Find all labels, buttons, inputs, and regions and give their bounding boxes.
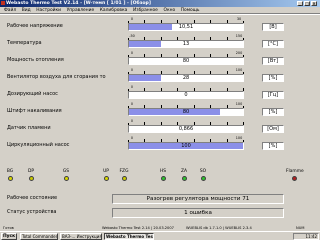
meter-label: Циркуляционный насос — [7, 142, 70, 148]
indicator-name: DP — [27, 169, 35, 174]
scale-tick-label: 0 — [130, 51, 134, 55]
indicator-fzg: FZG — [116, 169, 132, 181]
meter-row: Вентилятор воздуха для сгорания то 0 100 28… — [0, 68, 320, 82]
meter-bar: 28 — [128, 74, 244, 82]
indicator-name: ZA — [180, 169, 187, 174]
taskbar: Пуск Total Commander ВАЗ-... Инструкция … — [0, 231, 320, 240]
meter-unit: [%] — [262, 108, 284, 116]
scale-tick-label: 0 — [130, 102, 134, 106]
meter-row: Рабочее напряжение 0 30 10,51 [В] — [0, 17, 320, 31]
tray-clock: 11:42 — [293, 233, 319, 240]
taskbar-button-webasto[interactable]: Webasto Thermo Test... — [104, 233, 154, 240]
minimize-button[interactable]: _ — [297, 1, 303, 6]
indicator-name: SO — [199, 169, 207, 174]
scale-tick-label: 30 — [236, 17, 242, 21]
meter-unit: [%] — [262, 142, 284, 150]
app-icon — [1, 1, 5, 5]
meter-unit: [°C] — [262, 40, 284, 48]
start-button[interactable]: Пуск — [1, 233, 17, 240]
indicator-led — [160, 176, 166, 181]
indicator-so: SO — [195, 169, 211, 181]
close-button[interactable]: × — [311, 1, 317, 6]
indicator-led — [28, 176, 34, 181]
meter-row: Температура -50 150 13 [°C] — [0, 34, 320, 48]
menu-separator — [0, 13, 320, 15]
meter-value: 0,866 — [178, 126, 194, 132]
indicator-za: ZA — [176, 169, 192, 181]
indicator-up: UP — [98, 169, 114, 181]
meter-label: Дозирующий насос — [7, 91, 58, 97]
state-label: Рабочее состояние — [7, 195, 58, 201]
meter-label: Рабочее напряжение — [7, 23, 63, 29]
indicator-name: HS — [159, 169, 167, 174]
indicator-led — [181, 176, 187, 181]
meter-label: Температура — [7, 40, 42, 46]
maximize-button[interactable]: □ — [304, 1, 310, 6]
meter-bar: 13 — [128, 40, 244, 48]
meter-unit: [В] — [262, 23, 284, 31]
scale-tick-label: 0 — [130, 119, 134, 123]
indicator-dp: DP — [23, 169, 39, 181]
indicator-led — [200, 176, 206, 181]
taskbar-button-manual[interactable]: ВАЗ-... Инструкция — [60, 233, 102, 240]
meter-row: Дозирующий насос 0 0 [Гц] — [0, 85, 320, 99]
scale-tick-label: 100 — [235, 102, 243, 106]
meter-bar: 0,866 — [128, 125, 244, 133]
indicator-led — [63, 176, 69, 181]
scale-tick-label: 100 — [235, 68, 243, 72]
meter-value: 80 — [182, 58, 190, 64]
scale-tick-label: -50 — [129, 34, 135, 38]
scale-tick-label: 0 — [130, 68, 134, 72]
indicator-led — [121, 176, 127, 181]
meter-label: Вентилятор воздуха для сгорания то — [7, 74, 106, 80]
meter-unit: [Ом] — [262, 125, 284, 133]
meter-bar: 80 — [128, 57, 244, 65]
scale-tick-label: 0 — [130, 136, 134, 140]
meter-value: 13 — [182, 41, 190, 47]
meter-row: Мощность отопления 0 200 80 [Вт] — [0, 51, 320, 65]
device-status-label: Статус устройства — [7, 209, 57, 215]
scale-tick-label: 200 — [235, 51, 243, 55]
meter-unit: [Вт] — [262, 57, 284, 65]
indicator-gs: GS — [58, 169, 74, 181]
device-status-value: 1 ошибка — [112, 208, 284, 218]
scale-tick-label: 0 — [130, 17, 134, 21]
scale-tick-label: 150 — [235, 34, 243, 38]
indicator-flamme: Flamme — [286, 169, 304, 181]
meter-value: 28 — [182, 75, 190, 81]
meter-bar: 80 — [128, 108, 244, 116]
meter-unit: [Гц] — [262, 91, 284, 99]
indicator-led — [103, 176, 109, 181]
window-title: Webasto Thermo Test V2.14 - [W-темп [ 1/… — [6, 1, 151, 6]
indicator-name: Flamme — [286, 169, 304, 174]
scale-tick-label: 100 — [235, 136, 243, 140]
meter-value: 80 — [182, 109, 190, 115]
taskbar-button-commander[interactable]: Total Commander — [20, 233, 58, 240]
meter-label: Мощность отопления — [7, 57, 64, 63]
meter-label: Датчик пламени — [7, 125, 51, 131]
scale-tick-label: 0 — [130, 85, 134, 89]
meter-bar: 0 — [128, 91, 244, 99]
indicator-hs: HS — [155, 169, 171, 181]
indicator-name: GS — [62, 169, 70, 174]
title-bar: Webasto Thermo Test V2.14 - [W-темп [ 1/… — [0, 0, 320, 7]
meter-label: Штифт накаливания — [7, 108, 62, 114]
indicator-name: UP — [103, 169, 109, 174]
meter-row: Датчик пламени 0 0,866 [Ом] — [0, 119, 320, 133]
indicator-led — [291, 176, 297, 181]
state-value: Разогрев регулятора мощности 71 — [112, 194, 284, 204]
meter-bar: 10,51 — [128, 23, 244, 31]
meter-row: Циркуляционный насос 0 100 100 [%] — [0, 136, 320, 150]
indicator-name: BG — [6, 169, 14, 174]
indicator-name: FZG — [119, 169, 129, 174]
meter-bar: 100 — [128, 142, 244, 150]
meter-unit: [%] — [262, 74, 284, 82]
meter-value: 10,51 — [178, 24, 194, 30]
indicator-bg: BG — [2, 169, 18, 181]
meter-value: 100 — [181, 143, 191, 149]
indicator-led — [7, 176, 13, 181]
meter-row: Штифт накаливания 0 100 80 [%] — [0, 102, 320, 116]
meter-value: 0 — [184, 92, 188, 98]
